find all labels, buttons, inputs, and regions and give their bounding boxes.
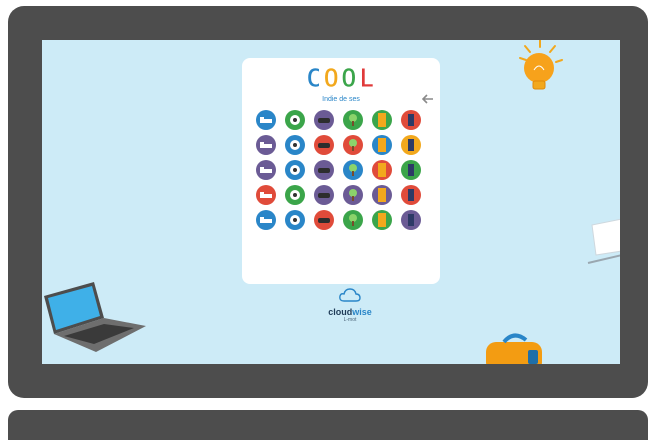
guitar-icon[interactable] xyxy=(285,160,305,180)
horse-icon[interactable] xyxy=(343,185,363,205)
fish-icon[interactable] xyxy=(285,210,305,230)
sofa-icon[interactable] xyxy=(314,110,334,130)
car-icon[interactable] xyxy=(314,185,334,205)
house-icon[interactable] xyxy=(372,135,392,155)
moon-icon[interactable] xyxy=(256,160,276,180)
laptop-icon xyxy=(44,282,146,352)
brand-name: cloudwise xyxy=(320,307,380,317)
trousers-icon[interactable] xyxy=(401,110,421,130)
screen: COOL Indie de ses cloudwise L-mot xyxy=(42,40,620,364)
chair-icon[interactable] xyxy=(372,185,392,205)
bag-icon xyxy=(486,333,542,364)
notebook-icon xyxy=(587,218,620,264)
device-base xyxy=(8,410,648,440)
brush-icon[interactable] xyxy=(372,160,392,180)
books-icon[interactable] xyxy=(401,135,421,155)
game-card: COOL Indie de ses xyxy=(242,58,440,284)
microphone-icon[interactable] xyxy=(372,210,392,230)
brand-part-1: cloud xyxy=(328,307,353,317)
bicycle-icon[interactable] xyxy=(285,135,305,155)
page-title: COOL xyxy=(242,64,440,95)
jacket-icon[interactable] xyxy=(343,135,363,155)
lightbulb-icon xyxy=(519,40,563,90)
tree-icon[interactable] xyxy=(343,110,363,130)
sun-icon[interactable] xyxy=(343,210,363,230)
window-icon[interactable] xyxy=(285,185,305,205)
title-letter: O xyxy=(323,64,341,95)
bed-icon[interactable] xyxy=(256,110,276,130)
banana-icon[interactable] xyxy=(256,185,276,205)
door-icon[interactable] xyxy=(372,110,392,130)
rocket-icon[interactable] xyxy=(256,210,276,230)
icon-grid xyxy=(256,110,428,230)
cloud-icon[interactable] xyxy=(256,135,276,155)
bin-icon[interactable] xyxy=(343,160,363,180)
wardrobe-icon[interactable] xyxy=(314,160,334,180)
brand-part-2: wise xyxy=(352,307,372,317)
cloud-icon xyxy=(339,288,361,302)
back-arrow-icon[interactable] xyxy=(422,94,434,104)
shoe-icon[interactable] xyxy=(401,160,421,180)
title-letter: O xyxy=(341,64,359,95)
title-letter: C xyxy=(305,64,324,95)
tagline: L-mot xyxy=(343,317,357,323)
soccer-ball-icon[interactable] xyxy=(285,110,305,130)
skateboard-icon[interactable] xyxy=(314,210,334,230)
cloudwise-logo: cloudwise L-mot xyxy=(320,288,380,328)
title-letter: L xyxy=(358,64,377,95)
pen-icon[interactable] xyxy=(401,185,421,205)
subtitle: Indie de ses xyxy=(322,96,360,103)
cup-icon[interactable] xyxy=(314,135,334,155)
lamp-icon[interactable] xyxy=(401,210,421,230)
